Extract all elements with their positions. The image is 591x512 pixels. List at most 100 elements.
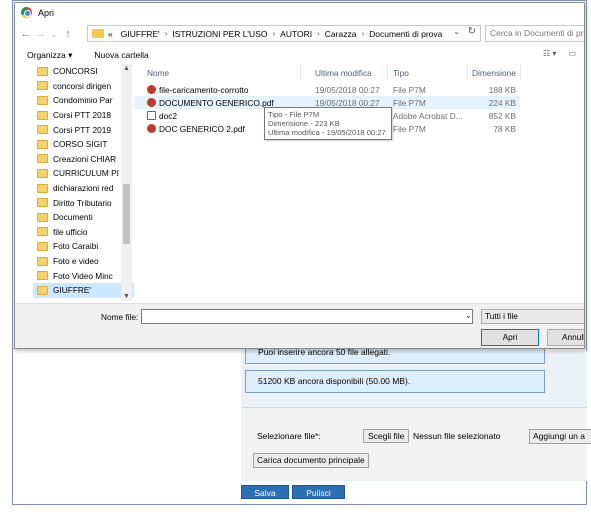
space-available-info: 51200 KB ancora disponibili (50.00 MB).: [245, 370, 545, 393]
back-arrow-icon[interactable]: ←: [19, 28, 33, 40]
search-input[interactable]: Cerca in Documenti di prova: [485, 25, 584, 42]
column-name[interactable]: Nome: [147, 68, 169, 78]
folder-icon: [37, 285, 48, 295]
p7m-icon: [147, 98, 156, 107]
tree-item[interactable]: Corsi PTT 2019: [33, 122, 134, 137]
tree-item[interactable]: Creazioni CHIAR: [33, 152, 134, 167]
open-file-dialog: Apri ← → ⌄ ↑ « GIUFFRE' › ISTRUZIONI PER…: [14, 2, 585, 349]
folder-icon: [37, 183, 48, 193]
dialog-title: Apri: [38, 7, 55, 18]
file-modified: 19/05/2018 00:27: [315, 85, 380, 95]
dialog-footer: Nome file: ⌄ Tutti i file Apri Annulla: [15, 303, 584, 348]
tree-item-label: dichiarazioni red: [53, 183, 114, 194]
folder-tree-scrollbar[interactable]: ▲ ▼: [121, 64, 132, 301]
address-dropdown-icon[interactable]: ⌄: [453, 27, 460, 36]
tree-item[interactable]: Documenti: [33, 210, 134, 225]
dialog-titlebar: Apri: [15, 3, 584, 22]
folder-icon: [37, 125, 48, 135]
up-arrow-icon[interactable]: ↑: [61, 28, 75, 40]
select-file-label: Selezionare file*:: [257, 431, 321, 441]
file-name: DOCUMENTO GENERICO.pdf: [159, 98, 274, 108]
tree-item[interactable]: Condominio Par: [33, 93, 134, 108]
file-name: doc2: [159, 111, 177, 121]
filename-dropdown-icon[interactable]: ⌄: [465, 311, 472, 320]
breadcrumb-carazza[interactable]: Carazza: [325, 29, 357, 39]
tree-item[interactable]: CONCORSI: [33, 64, 134, 79]
cancel-button[interactable]: Annulla: [547, 329, 584, 346]
tree-item-label: file ufficio: [53, 226, 88, 237]
pdf-icon: [147, 111, 156, 120]
tree-item[interactable]: file ufficio: [33, 225, 134, 240]
tree-item[interactable]: Foto e video: [33, 254, 134, 269]
view-options-icon[interactable]: ☷ ▾: [543, 49, 556, 58]
breadcrumb-istruzioni[interactable]: ISTRUZIONI PER L'USO: [172, 29, 267, 39]
breadcrumb-separator-icon: ›: [317, 29, 320, 38]
tree-item-label: Foto Video Minc: [53, 270, 113, 281]
breadcrumb-documenti-di-prova[interactable]: Documenti di prova: [369, 29, 442, 39]
filename-input[interactable]: [141, 309, 473, 324]
column-type[interactable]: Tipo: [393, 68, 409, 78]
scrollbar-thumb[interactable]: [123, 184, 130, 244]
file-upload-section: Selezionare file*: Scegli file Nessun fi…: [243, 407, 591, 480]
scroll-up-icon[interactable]: ▲: [121, 65, 132, 72]
forward-arrow-icon[interactable]: →: [33, 28, 47, 40]
open-button[interactable]: Apri: [481, 329, 539, 346]
tree-item[interactable]: concorsi dirigen: [33, 79, 134, 94]
breadcrumb-separator-icon: ›: [164, 29, 168, 38]
scroll-down-icon[interactable]: ▼: [121, 293, 132, 300]
tree-item-label: Documenti: [53, 212, 93, 223]
navigation-bar: ← → ⌄ ↑ « GIUFFRE' › ISTRUZIONI PER L'US…: [15, 24, 584, 44]
tree-item-label: Foto Caraibi: [53, 241, 99, 252]
choose-file-button[interactable]: Scegli file: [363, 429, 410, 443]
new-folder-button[interactable]: Nuova cartella: [94, 50, 148, 60]
tree-item[interactable]: Diritto Tributario: [33, 195, 134, 210]
tree-item[interactable]: CORSO SIGIT: [33, 137, 134, 152]
folder-tree[interactable]: CONCORSI concorsi dirigen Condominio Par Co…: [33, 64, 134, 301]
p7m-icon: [147, 124, 156, 133]
breadcrumb-giuffre[interactable]: GIUFFRE': [121, 29, 160, 39]
folder-icon: [37, 212, 48, 222]
add-file-button[interactable]: Aggiungi un a: [529, 429, 591, 444]
clear-button[interactable]: Pulisci: [292, 485, 345, 499]
file-size: 78 KB: [493, 124, 516, 134]
tree-item-label: Foto e video: [53, 256, 99, 267]
file-list-header: Nome Ultima modifica Tipo Dimensione: [135, 64, 584, 80]
dialog-toolbar: Organizza ▾ Nuova cartella ☷ ▾ ▭: [15, 46, 584, 64]
refresh-icon[interactable]: ↻: [468, 26, 476, 37]
file-row[interactable]: file-caricamento-corrotto 19/05/2018 00:2…: [135, 83, 520, 96]
filename-label: Nome file:: [101, 312, 139, 322]
folder-icon: [37, 110, 48, 120]
address-bar[interactable]: « GIUFFRE' › ISTRUZIONI PER L'USO › AUTO…: [87, 25, 481, 42]
file-type: File P7M: [393, 98, 426, 108]
folder-icon: [37, 154, 48, 164]
p7m-icon: [147, 85, 156, 94]
chrome-icon: [21, 7, 32, 18]
tree-item[interactable]: dichiarazioni red: [33, 181, 134, 196]
tree-item-label: GIUFFRE': [53, 285, 91, 296]
tree-item[interactable]: Foto Caraibi: [33, 239, 134, 254]
breadcrumb-overflow[interactable]: «: [108, 29, 113, 39]
recent-locations-chevron-icon[interactable]: ⌄: [47, 30, 61, 39]
tree-item-label: Corsi PTT 2018: [53, 110, 111, 121]
tree-item[interactable]: Foto Video Minc: [33, 268, 134, 283]
file-name: file-caricamento-corrotto: [159, 85, 249, 95]
column-modified[interactable]: Ultima modifica: [315, 68, 372, 78]
file-type: File P7M: [393, 124, 426, 134]
folder-icon: [37, 168, 48, 178]
file-info-tooltip: Tipo - File P7M Dimensione - 223 KB Ulti…: [264, 107, 392, 140]
folder-icon: [37, 66, 48, 76]
upload-main-document-button[interactable]: Carica documento principale: [253, 453, 369, 468]
column-size[interactable]: Dimensione: [472, 68, 516, 78]
file-type-filter[interactable]: Tutti i file: [481, 309, 584, 324]
folder-icon: [92, 29, 104, 38]
tree-item[interactable]: Corsi PTT 2018: [33, 108, 134, 123]
save-button[interactable]: Salva: [241, 485, 289, 499]
tree-item-label: Creazioni CHIAR: [53, 153, 117, 164]
file-size: 188 KB: [488, 85, 516, 95]
tree-item[interactable]: CURRICULUM PI: [33, 166, 134, 181]
preview-pane-icon[interactable]: ▭: [568, 49, 576, 58]
breadcrumb-separator-icon: ›: [272, 29, 276, 38]
tree-item[interactable]: GIUFFRE': [33, 282, 134, 298]
organize-menu[interactable]: Organizza ▾: [27, 50, 72, 61]
breadcrumb-autori[interactable]: AUTORI: [280, 29, 312, 39]
